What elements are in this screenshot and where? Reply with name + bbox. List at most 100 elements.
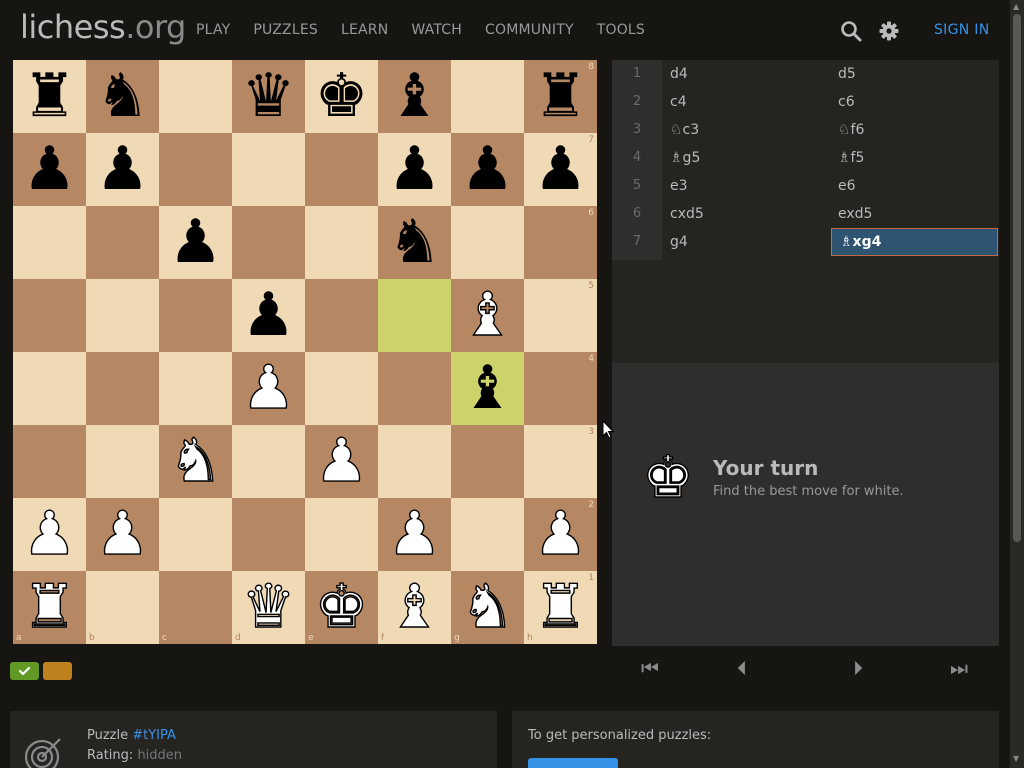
white-knight-icon[interactable]: ♞: [460, 571, 515, 644]
square-h2[interactable]: ♟ 2: [524, 498, 597, 571]
black-bishop-icon[interactable]: ♝: [461, 352, 515, 425]
white-pawn-icon[interactable]: ♟: [314, 425, 369, 498]
sign-in-link[interactable]: SIGN IN: [934, 22, 990, 38]
next-move-icon[interactable]: ⏵: [853, 656, 863, 680]
square-h1[interactable]: ♜ 1 h: [524, 571, 597, 644]
square-a1[interactable]: ♜ a: [13, 571, 86, 644]
square-d2[interactable]: [232, 498, 305, 571]
black-pawn-icon[interactable]: ♟: [388, 133, 442, 206]
square-f3[interactable]: [378, 425, 451, 498]
white-rook-icon[interactable]: ♜: [22, 571, 77, 644]
white-pawn-icon[interactable]: ♟: [387, 498, 442, 571]
square-g3[interactable]: [451, 425, 524, 498]
black-rook-icon[interactable]: ♜: [23, 60, 77, 133]
square-c3[interactable]: ♞: [159, 425, 232, 498]
move-white[interactable]: ♘c3: [670, 116, 830, 144]
scroll-up-icon[interactable]: ▲: [1013, 2, 1019, 11]
square-e8[interactable]: ♚: [305, 60, 378, 133]
square-c1[interactable]: c: [159, 571, 232, 644]
square-c2[interactable]: [159, 498, 232, 571]
scroll-thumb[interactable]: [1013, 14, 1021, 542]
square-c5[interactable]: [159, 279, 232, 352]
square-h7[interactable]: ♟ 7: [524, 133, 597, 206]
white-pawn-icon[interactable]: ♟: [241, 352, 296, 425]
last-move-icon[interactable]: ⏭: [950, 656, 968, 680]
move-white[interactable]: e3: [670, 172, 830, 200]
nav-community[interactable]: COMMUNITY: [485, 22, 574, 38]
white-bishop-icon[interactable]: ♝: [460, 279, 515, 352]
white-queen-icon[interactable]: ♛: [241, 571, 296, 644]
square-b2[interactable]: ♟: [86, 498, 159, 571]
black-bishop-icon[interactable]: ♝: [388, 60, 442, 133]
move-black[interactable]: e6: [830, 172, 998, 200]
square-d1[interactable]: ♛ d: [232, 571, 305, 644]
orange-toggle[interactable]: [43, 662, 72, 680]
black-rook-icon[interactable]: ♜: [534, 60, 588, 133]
white-knight-icon[interactable]: ♞: [168, 425, 223, 498]
square-a5[interactable]: [13, 279, 86, 352]
square-e2[interactable]: [305, 498, 378, 571]
black-pawn-icon[interactable]: ♟: [534, 133, 588, 206]
black-pawn-icon[interactable]: ♟: [169, 206, 223, 279]
white-bishop-icon[interactable]: ♝: [387, 571, 442, 644]
square-d6[interactable]: [232, 206, 305, 279]
move-black-current[interactable]: ♗xg4: [831, 228, 998, 256]
black-knight-icon[interactable]: ♞: [96, 60, 150, 133]
white-pawn-icon[interactable]: ♟: [95, 498, 150, 571]
square-h5[interactable]: 5: [524, 279, 597, 352]
black-pawn-icon[interactable]: ♟: [461, 133, 515, 206]
square-h8[interactable]: ♜ 8: [524, 60, 597, 133]
check-toggle[interactable]: [10, 662, 39, 680]
site-logo[interactable]: lichess.org: [20, 8, 186, 46]
gear-icon[interactable]: [878, 20, 900, 42]
nav-tools[interactable]: TOOLS: [597, 22, 645, 38]
square-b1[interactable]: b: [86, 571, 159, 644]
square-h6[interactable]: 6: [524, 206, 597, 279]
move-white[interactable]: cxd5: [670, 200, 830, 228]
black-pawn-icon[interactable]: ♟: [242, 279, 296, 352]
black-queen-icon[interactable]: ♛: [242, 60, 296, 133]
square-e3[interactable]: ♟: [305, 425, 378, 498]
square-g5[interactable]: ♝: [451, 279, 524, 352]
nav-watch[interactable]: WATCH: [411, 22, 462, 38]
white-pawn-icon[interactable]: ♟: [22, 498, 77, 571]
square-f2[interactable]: ♟: [378, 498, 451, 571]
square-d8[interactable]: ♛: [232, 60, 305, 133]
move-white[interactable]: ♗g5: [670, 144, 830, 172]
square-e4[interactable]: [305, 352, 378, 425]
square-a6[interactable]: [13, 206, 86, 279]
square-b6[interactable]: [86, 206, 159, 279]
square-e1[interactable]: ♚ e: [305, 571, 378, 644]
square-f8[interactable]: ♝: [378, 60, 451, 133]
square-b5[interactable]: [86, 279, 159, 352]
square-e5[interactable]: [305, 279, 378, 352]
square-a8[interactable]: ♜: [13, 60, 86, 133]
first-move-icon[interactable]: ⏮: [641, 656, 659, 680]
square-g2[interactable]: [451, 498, 524, 571]
move-white[interactable]: d4: [670, 60, 830, 88]
black-pawn-icon[interactable]: ♟: [96, 133, 150, 206]
square-g7[interactable]: ♟: [451, 133, 524, 206]
nav-play[interactable]: PLAY: [196, 22, 230, 38]
white-pawn-icon[interactable]: ♟: [533, 498, 588, 571]
chess-board[interactable]: ♜ ♞ ♛ ♚ ♝ ♜ 8 ♟ ♟ ♟ ♟ ♟ 7 ♟ ♞ 6 ♟ ♝ 5 ♟ ♝ 4 ♞ ♟ 3 ♟ ♟ ♟ ♟ 2 ♜ a b c ♛ d ♚ e ♝ f…: [13, 60, 597, 644]
square-b7[interactable]: ♟: [86, 133, 159, 206]
move-black[interactable]: exd5: [830, 200, 998, 228]
white-rook-icon[interactable]: ♜: [533, 571, 588, 644]
square-b4[interactable]: [86, 352, 159, 425]
square-f1[interactable]: ♝ f: [378, 571, 451, 644]
square-e6[interactable]: [305, 206, 378, 279]
white-king-icon[interactable]: ♚: [314, 571, 369, 644]
square-d4[interactable]: ♟: [232, 352, 305, 425]
square-c8[interactable]: [159, 60, 232, 133]
black-pawn-icon[interactable]: ♟: [23, 133, 77, 206]
puzzle-id-link[interactable]: #tYIPA: [132, 728, 176, 743]
square-a2[interactable]: ♟: [13, 498, 86, 571]
square-f7[interactable]: ♟: [378, 133, 451, 206]
square-g8[interactable]: [451, 60, 524, 133]
square-g4[interactable]: ♝: [451, 352, 524, 425]
square-c4[interactable]: [159, 352, 232, 425]
square-b8[interactable]: ♞: [86, 60, 159, 133]
square-a7[interactable]: ♟: [13, 133, 86, 206]
nav-puzzles[interactable]: PUZZLES: [253, 22, 318, 38]
